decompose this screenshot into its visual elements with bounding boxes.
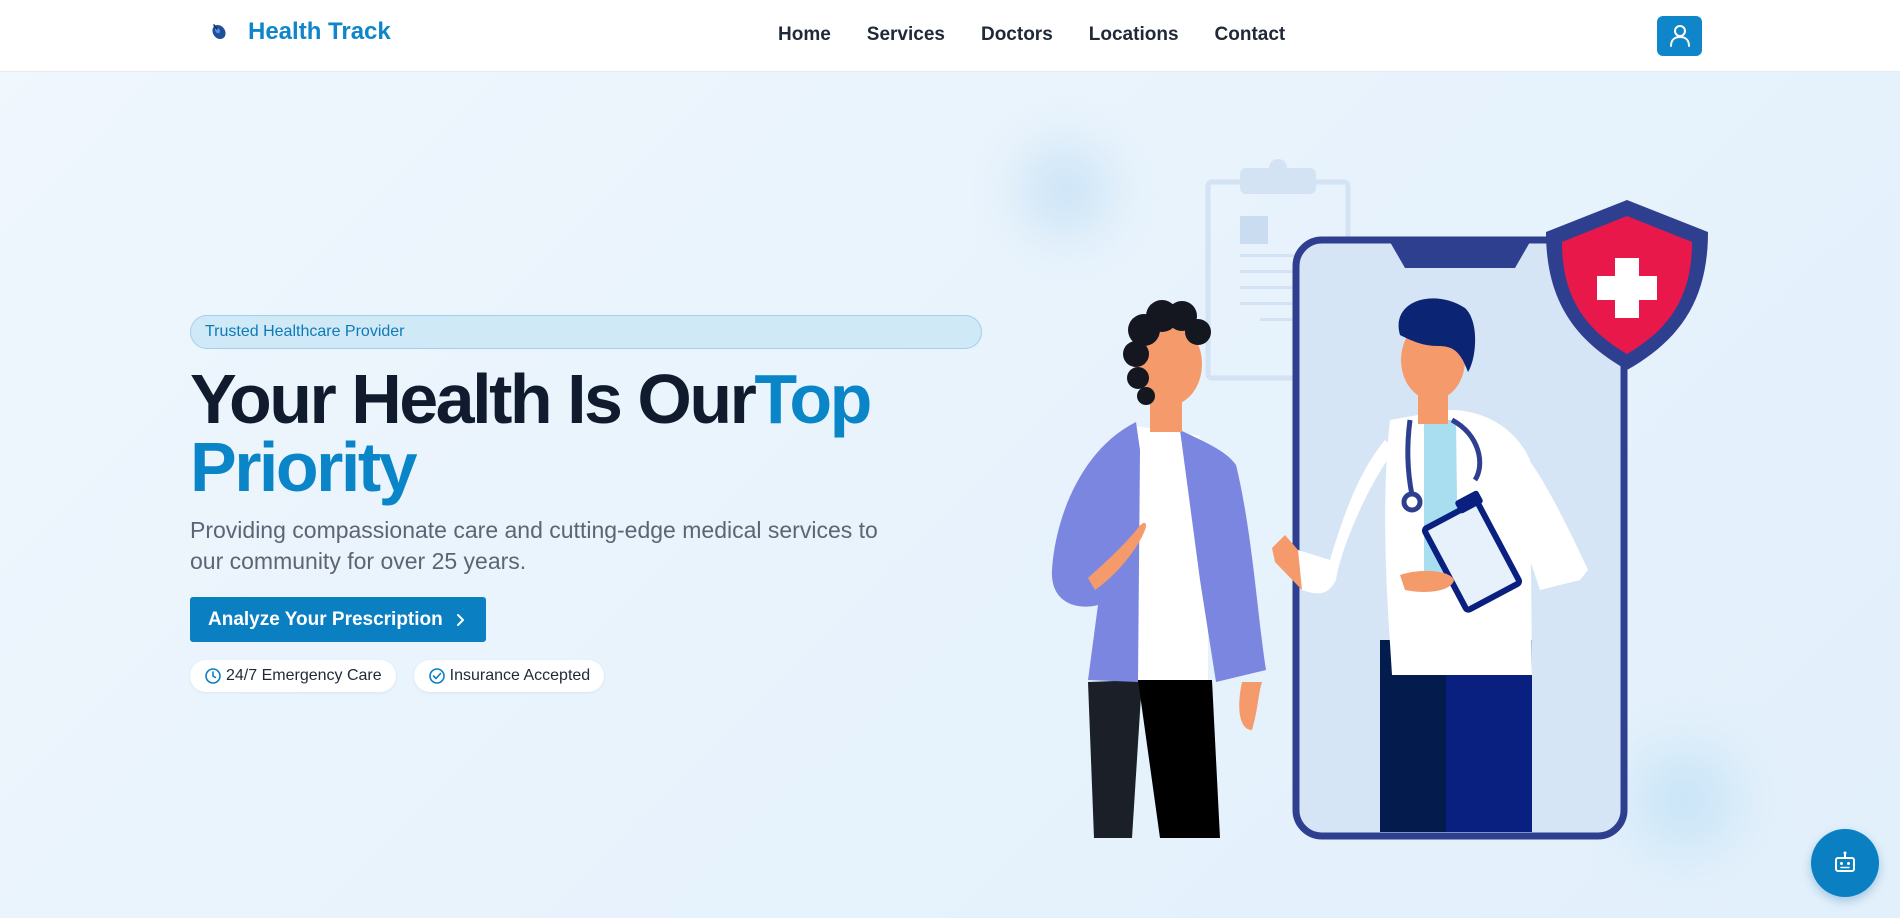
feature-insurance: Insurance Accepted bbox=[413, 660, 605, 692]
feature-pills: 24/7 Emergency Care Insurance Accepted bbox=[190, 660, 982, 692]
patient-figure bbox=[1051, 300, 1266, 838]
clock-icon bbox=[205, 668, 221, 684]
brand-name: Health Track bbox=[248, 18, 391, 45]
nav-locations[interactable]: Locations bbox=[1089, 24, 1179, 46]
chevron-right-icon bbox=[456, 613, 464, 626]
top-navbar: Health Track Home Services Doctors Locat… bbox=[0, 0, 1900, 72]
robot-icon bbox=[1835, 851, 1855, 872]
nav-home[interactable]: Home bbox=[778, 24, 831, 46]
analyze-prescription-button[interactable]: Analyze Your Prescription bbox=[190, 597, 486, 642]
hero-headline: Your Health Is OurTop Priority bbox=[190, 364, 982, 502]
headline-accent-priority: Priority bbox=[190, 428, 418, 506]
headline-accent-top: Top bbox=[754, 360, 872, 438]
hero-subtext: Providing compassionate care and cutting… bbox=[190, 517, 878, 574]
chatbot-button[interactable] bbox=[1811, 829, 1879, 897]
stethoscope-icon bbox=[212, 24, 226, 40]
doctor-consultation-illustration bbox=[1051, 159, 1708, 840]
check-circle-icon bbox=[428, 668, 445, 684]
nav-services[interactable]: Services bbox=[867, 24, 945, 46]
feature-emergency: 24/7 Emergency Care bbox=[190, 660, 396, 692]
nav-doctors[interactable]: Doctors bbox=[981, 24, 1053, 46]
brand-logo[interactable]: Health Track bbox=[208, 18, 391, 46]
trusted-badge: Trusted Healthcare Provider bbox=[190, 315, 982, 349]
hero-section: Trusted Healthcare Provider Your Health … bbox=[190, 315, 982, 692]
feature-label: Insurance Accepted bbox=[449, 667, 591, 684]
nav-contact[interactable]: Contact bbox=[1215, 24, 1286, 46]
headline-main: Your Health Is Our bbox=[190, 360, 757, 438]
feature-label: 24/7 Emergency Care bbox=[226, 667, 382, 684]
cta-label: Analyze Your Prescription bbox=[208, 608, 443, 630]
user-icon bbox=[1669, 25, 1690, 47]
main-nav: Home Services Doctors Locations Contact bbox=[778, 24, 1285, 46]
user-account-button[interactable] bbox=[1657, 16, 1702, 56]
